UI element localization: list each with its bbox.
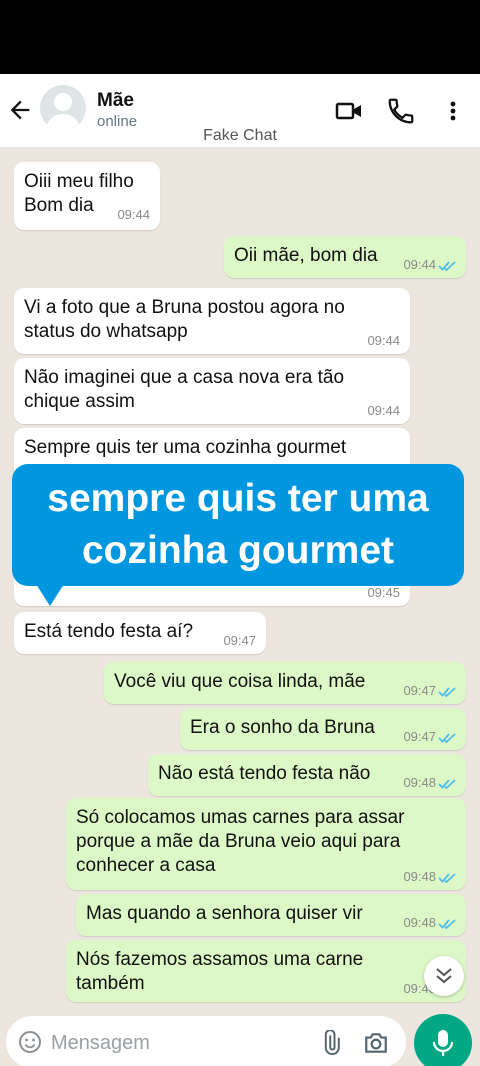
message-input[interactable]: Mensagem [6,1016,406,1066]
read-ticks-icon [438,687,456,698]
message-time: 09:48 [403,869,436,884]
message-time: 09:47 [403,729,436,744]
avatar[interactable] [40,85,86,131]
contact-name[interactable]: Mãe [97,90,134,112]
message-bubble[interactable]: Mas quando a senhora quiser vir 09:48 [76,894,466,936]
message-text: Está tendo festa aí? [24,621,194,642]
more-vertical-icon[interactable] [438,96,468,126]
message-text: Mas quando a senhora quiser vir [86,903,363,924]
message-bubble[interactable]: Oii mãe, bom dia 09:44 [224,236,466,278]
message-text: Só colocamos umas carnes para assar porq… [76,807,405,876]
message-placeholder: Mensagem [51,1032,150,1054]
message-time: 09:44 [117,207,150,222]
message-bubble[interactable]: Nós fazemos assamos uma carne também 09:… [66,940,466,1002]
message-time: 09:47 [223,633,256,648]
message-bubble[interactable]: Vi a foto que a Bruna postou agora no st… [14,288,410,354]
message-time: 09:44 [367,333,400,348]
read-ticks-icon [438,919,456,930]
message-bubble[interactable]: Não está tendo festa não 09:48 [148,754,466,796]
attach-icon[interactable] [318,1030,344,1056]
chat-header: Mãe online Fake Chat [0,74,480,148]
video-call-icon[interactable] [334,96,364,126]
mic-icon [432,1030,454,1056]
caption-text: sempre quis ter uma cozinha gourmet [47,477,429,572]
message-bubble[interactable]: Só colocamos umas carnes para assar porq… [66,798,466,890]
double-chevron-down-icon [436,968,452,984]
caption-overlay-tail [36,584,64,606]
phone-icon[interactable] [386,96,416,126]
fake-chat-label: Fake Chat [203,127,277,144]
emoji-icon[interactable] [18,1030,42,1054]
message-text: Não imaginei que a casa nova era tão chi… [24,367,345,412]
message-time: 09:48 [403,775,436,790]
status-bar [0,0,480,74]
scroll-to-bottom-button[interactable] [424,956,464,996]
read-ticks-icon [438,779,456,790]
message-text: Vi a foto que a Bruna postou agora no st… [24,297,345,342]
message-time: 09:47 [403,683,436,698]
camera-icon[interactable] [363,1030,389,1056]
message-time: 09:45 [367,585,400,600]
back-arrow-icon[interactable] [6,96,34,124]
composer-bar: Mensagem [0,1006,480,1066]
message-bubble[interactable]: Oiii meu filho Bom dia 09:44 [14,162,160,230]
message-time: 09:48 [403,915,436,930]
read-ticks-icon [438,733,456,744]
mic-button[interactable] [414,1014,472,1066]
message-bubble[interactable]: Era o sonho da Bruna 09:47 [180,708,466,750]
message-bubble[interactable]: Está tendo festa aí? 09:47 [14,612,266,654]
message-bubble[interactable]: Não imaginei que a casa nova era tão chi… [14,358,410,424]
read-ticks-icon [438,261,456,272]
message-text: Nós fazemos assamos uma carne também [76,949,364,994]
message-bubble[interactable]: Você viu que coisa linda, mãe 09:47 [104,662,466,704]
message-time: 09:44 [367,403,400,418]
chat-area[interactable]: Oiii meu filho Bom dia 09:44 Oii mãe, bo… [0,148,480,1066]
caption-overlay: sempre quis ter uma cozinha gourmet [12,464,464,586]
message-text: Sempre quis ter uma cozinha gourmet [24,437,347,458]
read-ticks-icon [438,873,456,884]
message-time: 09:44 [403,257,436,272]
